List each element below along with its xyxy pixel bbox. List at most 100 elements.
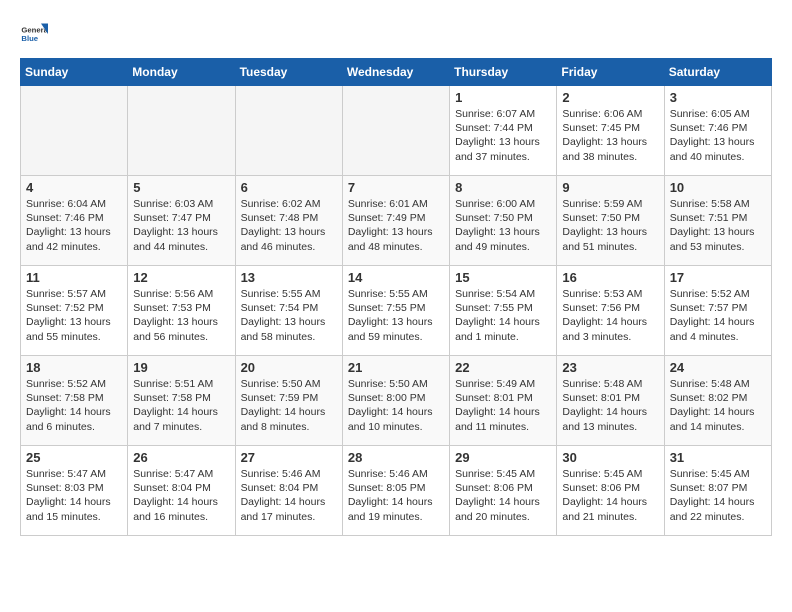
day-cell-31: 31 Sunrise: 5:45 AM Sunset: 8:07 PM Dayli… <box>664 446 771 536</box>
day-info: Sunrise: 5:55 AM Sunset: 7:55 PM Dayligh… <box>348 287 444 344</box>
day-info: Sunrise: 6:02 AM Sunset: 7:48 PM Dayligh… <box>241 197 337 254</box>
day-header-monday: Monday <box>128 59 235 86</box>
day-cell-28: 28 Sunrise: 5:46 AM Sunset: 8:05 PM Dayli… <box>342 446 449 536</box>
day-number: 6 <box>241 180 337 195</box>
day-number: 29 <box>455 450 551 465</box>
day-info: Sunrise: 5:46 AM Sunset: 8:04 PM Dayligh… <box>241 467 337 524</box>
day-number: 20 <box>241 360 337 375</box>
day-cell-29: 29Sunrise: 5:45 AM Sunset: 8:06 PM Dayli… <box>450 446 557 536</box>
day-number: 28 <box>348 450 444 465</box>
day-cell-12: 12 Sunrise: 5:56 AM Sunset: 7:53 PM Dayli… <box>128 266 235 356</box>
week-row-1: 1 Sunrise: 6:07 AM Sunset: 7:44 PM Daylig… <box>21 86 772 176</box>
day-cell-1: 1 Sunrise: 6:07 AM Sunset: 7:44 PM Daylig… <box>450 86 557 176</box>
day-number: 31 <box>670 450 766 465</box>
week-row-2: 4 Sunrise: 6:04 AM Sunset: 7:46 PM Daylig… <box>21 176 772 266</box>
week-row-3: 11 Sunrise: 5:57 AM Sunset: 7:52 PM Dayli… <box>21 266 772 356</box>
day-number: 15 <box>455 270 551 285</box>
day-info: Sunrise: 5:45 AM Sunset: 8:07 PM Dayligh… <box>670 467 766 524</box>
day-cell-empty-0 <box>21 86 128 176</box>
day-cell-8: 8 Sunrise: 6:00 AM Sunset: 7:50 PM Daylig… <box>450 176 557 266</box>
day-cell-2: 2 Sunrise: 6:06 AM Sunset: 7:45 PM Daylig… <box>557 86 664 176</box>
day-info: Sunrise: 5:49 AM Sunset: 8:01 PM Dayligh… <box>455 377 551 434</box>
day-header-sunday: Sunday <box>21 59 128 86</box>
day-info: Sunrise: 5:57 AM Sunset: 7:52 PM Dayligh… <box>26 287 122 344</box>
day-header-wednesday: Wednesday <box>342 59 449 86</box>
week-row-5: 25 Sunrise: 5:47 AM Sunset: 8:03 PM Dayli… <box>21 446 772 536</box>
day-number: 12 <box>133 270 229 285</box>
day-cell-5: 5 Sunrise: 6:03 AM Sunset: 7:47 PM Daylig… <box>128 176 235 266</box>
day-cell-22: 22 Sunrise: 5:49 AM Sunset: 8:01 PM Dayli… <box>450 356 557 446</box>
day-number: 4 <box>26 180 122 195</box>
day-number: 23 <box>562 360 658 375</box>
day-cell-10: 10 Sunrise: 5:58 AM Sunset: 7:51 PM Dayli… <box>664 176 771 266</box>
day-number: 18 <box>26 360 122 375</box>
day-info: Sunrise: 5:45 AM Sunset: 8:06 PM Dayligh… <box>562 467 658 524</box>
day-cell-empty-2 <box>235 86 342 176</box>
day-info: Sunrise: 5:54 AM Sunset: 7:55 PM Dayligh… <box>455 287 551 344</box>
day-cell-7: 7 Sunrise: 6:01 AM Sunset: 7:49 PM Daylig… <box>342 176 449 266</box>
day-number: 17 <box>670 270 766 285</box>
day-cell-empty-3 <box>342 86 449 176</box>
day-info: Sunrise: 5:58 AM Sunset: 7:51 PM Dayligh… <box>670 197 766 254</box>
day-info: Sunrise: 5:52 AM Sunset: 7:58 PM Dayligh… <box>26 377 122 434</box>
day-cell-18: 18 Sunrise: 5:52 AM Sunset: 7:58 PM Dayli… <box>21 356 128 446</box>
day-info: Sunrise: 6:04 AM Sunset: 7:46 PM Dayligh… <box>26 197 122 254</box>
day-number: 25 <box>26 450 122 465</box>
day-number: 19 <box>133 360 229 375</box>
day-cell-9: 9Sunrise: 5:59 AM Sunset: 7:50 PM Daylig… <box>557 176 664 266</box>
day-number: 3 <box>670 90 766 105</box>
day-info: Sunrise: 5:48 AM Sunset: 8:02 PM Dayligh… <box>670 377 766 434</box>
day-cell-21: 21 Sunrise: 5:50 AM Sunset: 8:00 PM Dayli… <box>342 356 449 446</box>
day-cell-17: 17 Sunrise: 5:52 AM Sunset: 7:57 PM Dayli… <box>664 266 771 356</box>
day-number: 14 <box>348 270 444 285</box>
day-info: Sunrise: 5:51 AM Sunset: 7:58 PM Dayligh… <box>133 377 229 434</box>
day-number: 8 <box>455 180 551 195</box>
day-cell-13: 13 Sunrise: 5:55 AM Sunset: 7:54 PM Dayli… <box>235 266 342 356</box>
day-cell-3: 3 Sunrise: 6:05 AM Sunset: 7:46 PM Daylig… <box>664 86 771 176</box>
day-info: Sunrise: 6:07 AM Sunset: 7:44 PM Dayligh… <box>455 107 551 164</box>
day-header-saturday: Saturday <box>664 59 771 86</box>
day-info: Sunrise: 5:47 AM Sunset: 8:03 PM Dayligh… <box>26 467 122 524</box>
calendar-table: SundayMondayTuesdayWednesdayThursdayFrid… <box>20 58 772 536</box>
day-number: 21 <box>348 360 444 375</box>
logo-icon: General Blue <box>20 20 48 48</box>
day-cell-23: 23 Sunrise: 5:48 AM Sunset: 8:01 PM Dayli… <box>557 356 664 446</box>
day-cell-19: 19 Sunrise: 5:51 AM Sunset: 7:58 PM Dayli… <box>128 356 235 446</box>
day-number: 1 <box>455 90 551 105</box>
day-info: Sunrise: 5:48 AM Sunset: 8:01 PM Dayligh… <box>562 377 658 434</box>
day-info: Sunrise: 6:01 AM Sunset: 7:49 PM Dayligh… <box>348 197 444 254</box>
day-cell-6: 6 Sunrise: 6:02 AM Sunset: 7:48 PM Daylig… <box>235 176 342 266</box>
day-cell-26: 26 Sunrise: 5:47 AM Sunset: 8:04 PM Dayli… <box>128 446 235 536</box>
day-info: Sunrise: 5:47 AM Sunset: 8:04 PM Dayligh… <box>133 467 229 524</box>
day-number: 22 <box>455 360 551 375</box>
day-number: 27 <box>241 450 337 465</box>
page-header: General Blue <box>20 20 772 48</box>
day-info: Sunrise: 5:52 AM Sunset: 7:57 PM Dayligh… <box>670 287 766 344</box>
day-number: 16 <box>562 270 658 285</box>
day-info: Sunrise: 6:06 AM Sunset: 7:45 PM Dayligh… <box>562 107 658 164</box>
day-cell-25: 25 Sunrise: 5:47 AM Sunset: 8:03 PM Dayli… <box>21 446 128 536</box>
day-header-friday: Friday <box>557 59 664 86</box>
day-info: Sunrise: 5:55 AM Sunset: 7:54 PM Dayligh… <box>241 287 337 344</box>
day-number: 5 <box>133 180 229 195</box>
day-number: 24 <box>670 360 766 375</box>
day-number: 2 <box>562 90 658 105</box>
day-number: 26 <box>133 450 229 465</box>
day-cell-27: 27 Sunrise: 5:46 AM Sunset: 8:04 PM Dayli… <box>235 446 342 536</box>
day-info: Sunrise: 6:05 AM Sunset: 7:46 PM Dayligh… <box>670 107 766 164</box>
day-number: 13 <box>241 270 337 285</box>
day-header-thursday: Thursday <box>450 59 557 86</box>
day-info: Sunrise: 5:46 AM Sunset: 8:05 PM Dayligh… <box>348 467 444 524</box>
day-number: 9 <box>562 180 658 195</box>
day-number: 11 <box>26 270 122 285</box>
day-number: 7 <box>348 180 444 195</box>
day-cell-20: 20Sunrise: 5:50 AM Sunset: 7:59 PM Dayli… <box>235 356 342 446</box>
day-info: Sunrise: 6:00 AM Sunset: 7:50 PM Dayligh… <box>455 197 551 254</box>
day-cell-11: 11 Sunrise: 5:57 AM Sunset: 7:52 PM Dayli… <box>21 266 128 356</box>
day-cell-24: 24 Sunrise: 5:48 AM Sunset: 8:02 PM Dayli… <box>664 356 771 446</box>
day-info: Sunrise: 6:03 AM Sunset: 7:47 PM Dayligh… <box>133 197 229 254</box>
day-info: Sunrise: 5:56 AM Sunset: 7:53 PM Dayligh… <box>133 287 229 344</box>
day-info: Sunrise: 5:50 AM Sunset: 8:00 PM Dayligh… <box>348 377 444 434</box>
day-number: 10 <box>670 180 766 195</box>
day-cell-empty-1 <box>128 86 235 176</box>
